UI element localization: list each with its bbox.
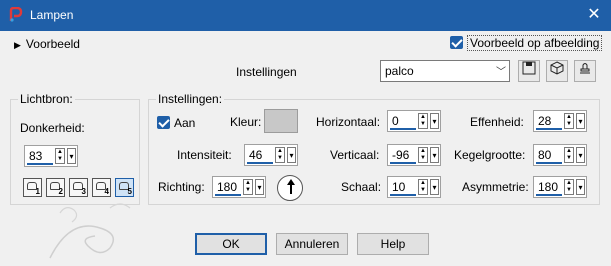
preset-select[interactable]: palco ﹀ xyxy=(380,60,510,82)
cone-size-slider-track xyxy=(536,162,562,164)
light-2-button[interactable]: 2 xyxy=(46,178,65,197)
checkbox-checked-icon xyxy=(157,116,170,129)
asymmetry-label: Asymmetrie: xyxy=(462,180,529,194)
direction-spinner[interactable]: ▲ ▼ xyxy=(243,179,253,195)
cancel-button[interactable]: Annuleren xyxy=(276,233,348,255)
intensity-spinner[interactable]: ▲ ▼ xyxy=(275,147,285,163)
cone-size-label: Kegelgrootte: xyxy=(454,148,526,162)
stamp-icon xyxy=(580,63,590,74)
vertical-slider-track xyxy=(390,162,416,164)
vertical-spinner[interactable]: ▲ ▼ xyxy=(418,147,428,163)
smoothness-label: Effenheid: xyxy=(470,115,524,129)
direction-slider-track xyxy=(215,194,241,196)
on-checkbox[interactable]: Aan xyxy=(157,116,195,130)
settings-group-title: Instellingen: xyxy=(156,92,225,106)
expand-triangle-icon: ▶ xyxy=(14,40,21,50)
direction-input[interactable]: 180 ▲ ▼ ▾ xyxy=(212,176,266,198)
app-icon xyxy=(9,7,23,22)
cone-size-dropdown[interactable]: ▾ xyxy=(576,147,585,163)
watermark-ornament xyxy=(49,203,131,259)
asymmetry-value: 180 xyxy=(538,180,559,194)
help-button[interactable]: Help xyxy=(357,233,429,255)
cone-size-spinner[interactable]: ▲ ▼ xyxy=(564,147,574,163)
reset-preset-button[interactable] xyxy=(546,60,568,82)
light-3-button[interactable]: 3 xyxy=(69,178,88,197)
smoothness-input[interactable]: 28 ▲ ▼ ▾ xyxy=(533,110,587,132)
horizontal-dropdown[interactable]: ▾ xyxy=(430,113,439,129)
cone-size-value: 80 xyxy=(538,148,552,162)
preview-on-image-checkbox[interactable]: Voorbeeld op afbeelding xyxy=(450,35,603,51)
vertical-value: -96 xyxy=(392,148,410,162)
smoothness-spinner[interactable]: ▲ ▼ xyxy=(564,113,574,129)
darkness-slider-track xyxy=(27,163,53,165)
close-icon[interactable]: ✕ xyxy=(583,4,605,26)
intensity-dropdown[interactable]: ▾ xyxy=(287,147,296,163)
preset-value: palco xyxy=(385,64,414,78)
horizontal-spinner[interactable]: ▲ ▼ xyxy=(418,113,428,129)
chevron-down-icon: ﹀ xyxy=(496,67,506,78)
horizontal-input[interactable]: 0 ▲ ▼ ▾ xyxy=(387,110,441,132)
scale-spinner[interactable]: ▲ ▼ xyxy=(418,179,428,195)
cone-size-input[interactable]: 80 ▲ ▼ ▾ xyxy=(533,144,587,166)
lightsource-title: Lichtbron: xyxy=(18,92,75,106)
vertical-input[interactable]: -96 ▲ ▼ ▾ xyxy=(387,144,441,166)
direction-value: 180 xyxy=(217,180,238,194)
direction-dropdown[interactable]: ▾ xyxy=(255,179,264,195)
save-icon xyxy=(522,61,536,75)
smoothness-value: 28 xyxy=(538,114,552,128)
settings-label: Instellingen xyxy=(236,65,297,79)
preview-toggle-label: Voorbeeld xyxy=(25,37,80,51)
manage-presets-button[interactable] xyxy=(574,60,596,82)
darkness-label: Donkerheid: xyxy=(20,121,85,135)
window-title: Lampen xyxy=(30,8,74,22)
preview-toggle[interactable]: ▶ Voorbeeld xyxy=(14,37,80,51)
on-label: Aan xyxy=(174,116,196,130)
preview-on-image-label: Voorbeeld op afbeelding xyxy=(467,35,603,51)
horizontal-slider-track xyxy=(390,128,416,130)
asymmetry-slider-track xyxy=(536,194,562,196)
direction-dial[interactable] xyxy=(277,175,303,201)
scale-dropdown[interactable]: ▾ xyxy=(430,179,439,195)
intensity-label: Intensiteit: xyxy=(177,148,232,162)
dial-needle xyxy=(290,182,292,194)
scale-label: Schaal: xyxy=(341,180,382,194)
darkness-spinner[interactable]: ▲ ▼ xyxy=(55,148,65,164)
checkbox-checked-icon xyxy=(450,36,463,49)
darkness-dropdown[interactable]: ▾ xyxy=(67,148,76,164)
title-bar: Lampen ✕ xyxy=(0,0,611,31)
asymmetry-spinner[interactable]: ▲ ▼ xyxy=(564,179,574,195)
scale-input[interactable]: 10 ▲ ▼ ▾ xyxy=(387,176,441,198)
smoothness-slider-track xyxy=(536,128,562,130)
intensity-value: 46 xyxy=(249,148,263,162)
direction-label: Richting: xyxy=(158,180,205,194)
light-5-button[interactable]: 5 xyxy=(115,178,134,197)
scale-value: 10 xyxy=(392,180,406,194)
asymmetry-dropdown[interactable]: ▾ xyxy=(576,179,585,195)
color-swatch[interactable] xyxy=(264,109,298,133)
smoothness-dropdown[interactable]: ▾ xyxy=(576,113,585,129)
horizontal-label: Horizontaal: xyxy=(316,115,381,129)
asymmetry-input[interactable]: 180 ▲ ▼ ▾ xyxy=(533,176,587,198)
darkness-value: 83 xyxy=(29,149,43,163)
color-label: Kleur: xyxy=(230,115,262,129)
intensity-slider-track xyxy=(247,162,273,164)
vertical-dropdown[interactable]: ▾ xyxy=(430,147,439,163)
horizontal-value: 0 xyxy=(392,114,399,128)
cube-icon xyxy=(550,61,564,75)
darkness-input[interactable]: 83 ▲ ▼ ▾ xyxy=(24,145,78,167)
vertical-label: Verticaal: xyxy=(330,148,380,162)
scale-slider-track xyxy=(390,194,416,196)
light-1-button[interactable]: 1 xyxy=(23,178,42,197)
intensity-input[interactable]: 46 ▲ ▼ ▾ xyxy=(244,144,298,166)
light-4-button[interactable]: 4 xyxy=(92,178,111,197)
save-preset-button[interactable] xyxy=(518,60,540,82)
ok-button[interactable]: OK xyxy=(195,233,267,255)
